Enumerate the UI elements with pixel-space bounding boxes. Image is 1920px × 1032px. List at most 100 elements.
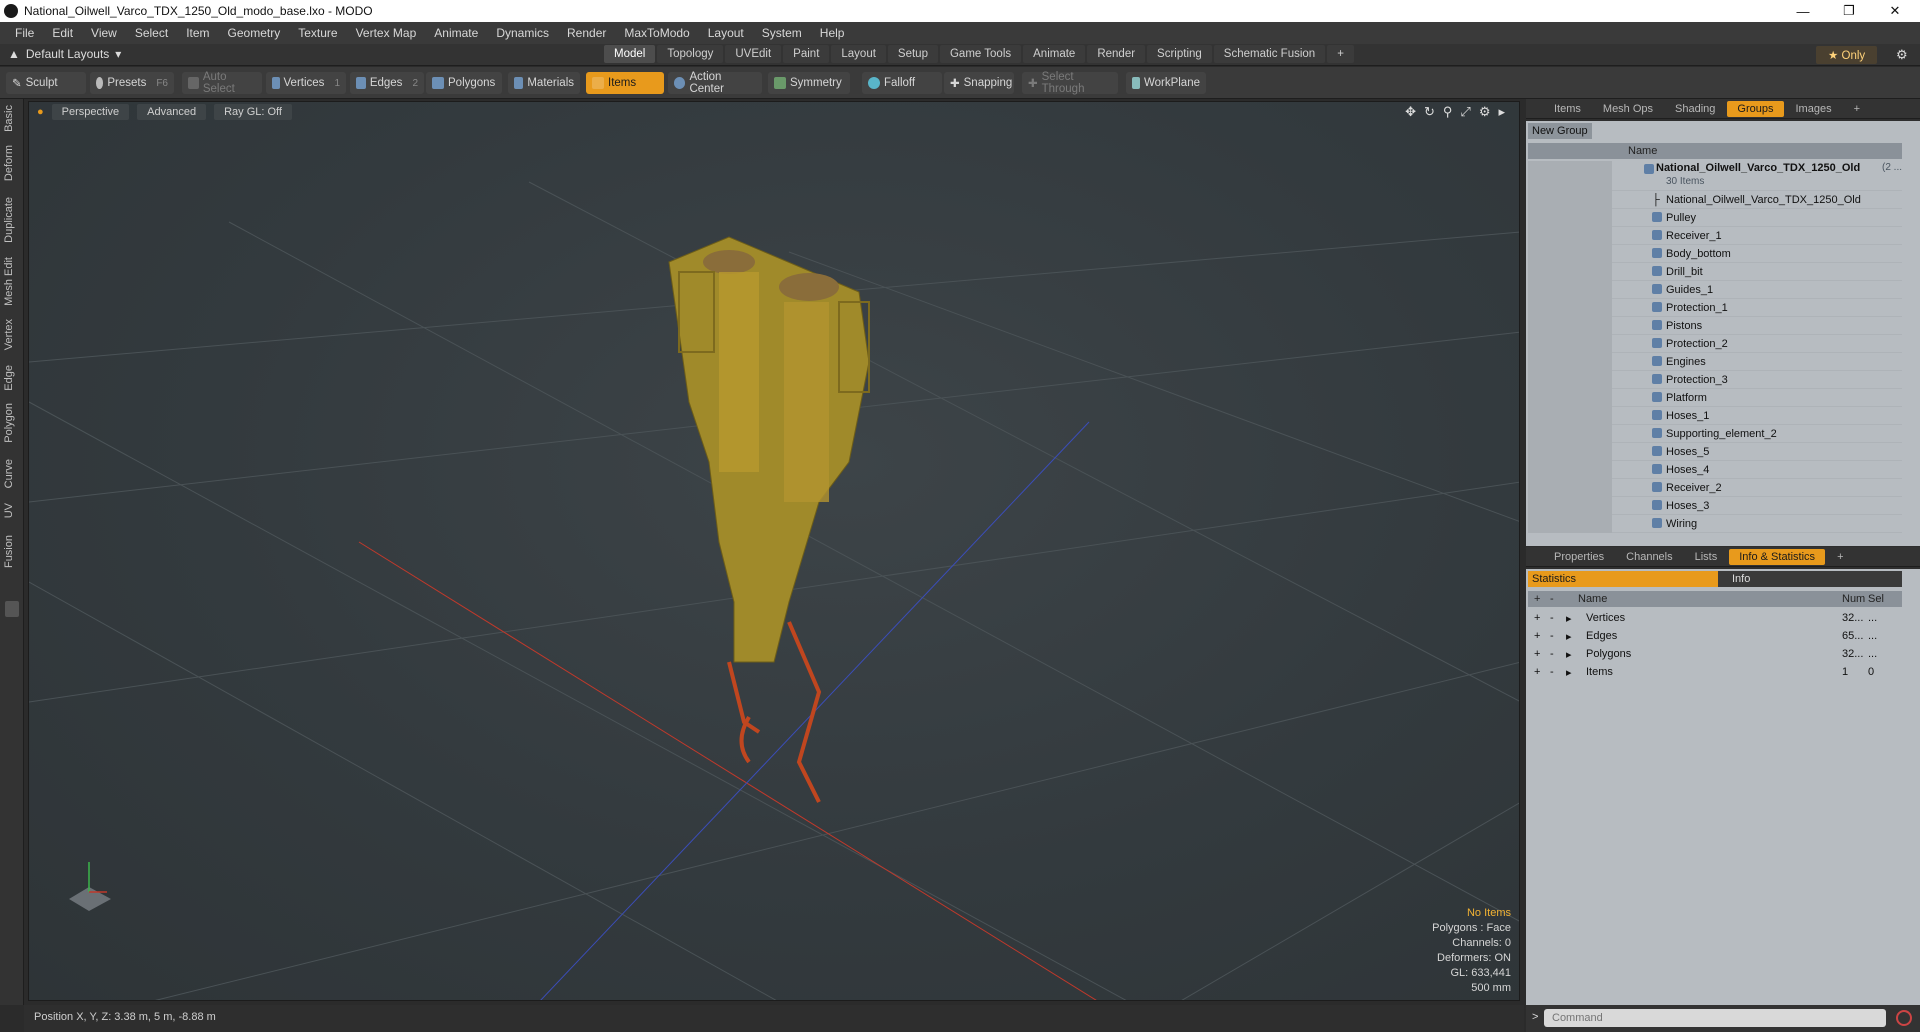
vtab-fusion[interactable]: Fusion (3, 535, 21, 568)
3d-viewport[interactable]: ● Perspective Advanced Ray GL: Off ✥ ↻ ⚲… (28, 101, 1520, 1001)
menu-file[interactable]: File (6, 26, 43, 40)
name-column-header[interactable]: Name (1578, 593, 1607, 605)
tab-mesh-ops[interactable]: Mesh Ops (1593, 101, 1663, 117)
tab-images[interactable]: Images (1786, 101, 1842, 117)
menu-select[interactable]: Select (126, 26, 177, 40)
tab-setup[interactable]: Setup (887, 45, 938, 63)
stat-row-vertices[interactable]: + - ▸ Vertices 32... ... (1528, 609, 1902, 627)
tab-render[interactable]: Render (1087, 45, 1146, 63)
tab-model[interactable]: Model (604, 45, 656, 63)
group-item-row[interactable]: Hoses_3 (1528, 497, 1902, 515)
fit-icon[interactable]: ⤢ (1460, 104, 1470, 120)
group-item-row[interactable]: Receiver_1 (1528, 227, 1902, 245)
add-panel-tab-icon[interactable]: + (1827, 549, 1853, 565)
layout-selector[interactable]: ▲ Default Layouts ▾ (8, 47, 121, 61)
menu-system[interactable]: System (753, 26, 811, 40)
vtab-vertex[interactable]: Vertex (3, 319, 21, 350)
vtab-mesh-edit[interactable]: Mesh Edit (3, 257, 21, 306)
num-column-header[interactable]: Num (1842, 593, 1865, 605)
record-macro-icon[interactable] (1896, 1010, 1912, 1026)
tab-topology[interactable]: Topology (657, 45, 724, 63)
group-item-row[interactable]: Supporting_element_2 (1528, 425, 1902, 443)
menu-layout[interactable]: Layout (699, 26, 753, 40)
group-item-row[interactable]: Platform (1528, 389, 1902, 407)
materials-button[interactable]: Materials (508, 72, 580, 94)
edges-button[interactable]: Edges 2 (350, 72, 424, 94)
vertices-button[interactable]: Vertices 1 (266, 72, 346, 94)
group-item-row[interactable]: Wiring (1528, 515, 1902, 533)
minus-icon[interactable]: - (1550, 630, 1554, 642)
vtab-uv[interactable]: UV (3, 503, 21, 518)
tab-scripting[interactable]: Scripting (1147, 45, 1212, 63)
tab-uvedit[interactable]: UVEdit (725, 45, 782, 63)
menu-edit[interactable]: Edit (43, 26, 82, 40)
plus-icon[interactable]: + (1534, 612, 1540, 624)
tab-lists[interactable]: Lists (1685, 549, 1728, 565)
visibility-toggles[interactable] (1528, 161, 1612, 191)
tab-schematic-fusion[interactable]: Schematic Fusion (1213, 45, 1326, 63)
sel-column-header[interactable]: Sel (1868, 593, 1884, 605)
group-item-row[interactable]: Hoses_4 (1528, 461, 1902, 479)
group-item-row[interactable]: Body_bottom (1528, 245, 1902, 263)
menu-maxtomodo[interactable]: MaxToModo (615, 26, 698, 40)
menu-animate[interactable]: Animate (425, 26, 487, 40)
add-panel-tab-icon[interactable]: + (1844, 101, 1870, 117)
maximize-icon[interactable]: ❐ (1826, 0, 1872, 22)
raygl-button[interactable]: Ray GL: Off (214, 104, 292, 120)
name-column-header[interactable]: Name (1628, 145, 1657, 157)
zoom-icon[interactable]: ⚲ (1443, 104, 1453, 120)
shading-advanced-button[interactable]: Advanced (137, 104, 207, 120)
tab-game-tools[interactable]: Game Tools (939, 45, 1022, 63)
vtab-polygon[interactable]: Polygon (3, 403, 21, 443)
plus-icon[interactable]: + (1534, 648, 1540, 660)
menu-help[interactable]: Help (811, 26, 854, 40)
group-item-row[interactable]: Pistons (1528, 317, 1902, 335)
tab-layout[interactable]: Layout (831, 45, 886, 63)
falloff-button[interactable]: Falloff (862, 72, 942, 94)
tab-info-statistics[interactable]: Info & Statistics (1729, 548, 1826, 565)
auto-select-button[interactable]: Auto Select (182, 71, 262, 95)
menu-render[interactable]: Render (558, 26, 615, 40)
polygons-button[interactable]: Polygons (426, 72, 502, 94)
tab-channels[interactable]: Channels (1616, 549, 1682, 565)
subtab-info[interactable]: Info (1718, 571, 1902, 587)
menu-texture[interactable]: Texture (289, 26, 346, 40)
tab-animate[interactable]: Animate (1023, 45, 1086, 63)
tab-shading[interactable]: Shading (1665, 101, 1725, 117)
vtab-basic[interactable]: Basic (3, 105, 21, 132)
stat-row-edges[interactable]: + - ▸ Edges 65... ... (1528, 627, 1902, 645)
tab-items[interactable]: Items (1544, 101, 1591, 117)
action-center-button[interactable]: Action Center (668, 71, 762, 95)
group-root-row[interactable]: National_Oilwell_Varco_TDX_1250_Old (2 .… (1528, 161, 1902, 191)
expand-arrow-icon[interactable]: ▸ (1566, 630, 1572, 643)
snapping-button[interactable]: ✚ Snapping (944, 72, 1014, 94)
group-item-row[interactable]: Pulley (1528, 209, 1902, 227)
add-tab-icon[interactable]: + (1327, 45, 1354, 63)
collapse-all-icon[interactable]: - (1550, 593, 1554, 605)
menu-item[interactable]: Item (177, 26, 218, 40)
plus-icon[interactable]: + (1534, 630, 1540, 642)
close-icon[interactable]: ✕ (1872, 0, 1918, 22)
tab-paint[interactable]: Paint (783, 45, 830, 63)
group-item-row[interactable]: Hoses_1 (1528, 407, 1902, 425)
group-item-row[interactable]: Engines (1528, 353, 1902, 371)
minimize-icon[interactable]: — (1780, 0, 1826, 22)
viewport-settings-icon[interactable]: ⚙ (1479, 104, 1491, 120)
expand-arrow-icon[interactable]: ▸ (1566, 612, 1572, 625)
viewport-expand-icon[interactable]: ▸ (1498, 104, 1505, 120)
menu-view[interactable]: View (82, 26, 126, 40)
select-through-button[interactable]: ✚ Select Through (1022, 71, 1118, 95)
minus-icon[interactable]: - (1550, 648, 1554, 660)
view-perspective-button[interactable]: Perspective (51, 104, 130, 120)
stat-row-polygons[interactable]: + - ▸ Polygons 32... ... (1528, 645, 1902, 663)
layout-expand-icon[interactable]: ▲ (8, 47, 20, 61)
group-item-row[interactable]: Drill_bit (1528, 263, 1902, 281)
group-item-row[interactable]: ├ National_Oilwell_Varco_TDX_1250_Old (1528, 191, 1902, 209)
symmetry-button[interactable]: Symmetry (768, 72, 850, 94)
vtab-deform[interactable]: Deform (3, 145, 21, 181)
group-item-row[interactable]: Receiver_2 (1528, 479, 1902, 497)
expand-arrow-icon[interactable]: ▸ (1566, 648, 1572, 661)
menu-dynamics[interactable]: Dynamics (487, 26, 558, 40)
group-item-row[interactable]: Protection_2 (1528, 335, 1902, 353)
gear-icon[interactable]: ⚙ (1896, 47, 1908, 63)
